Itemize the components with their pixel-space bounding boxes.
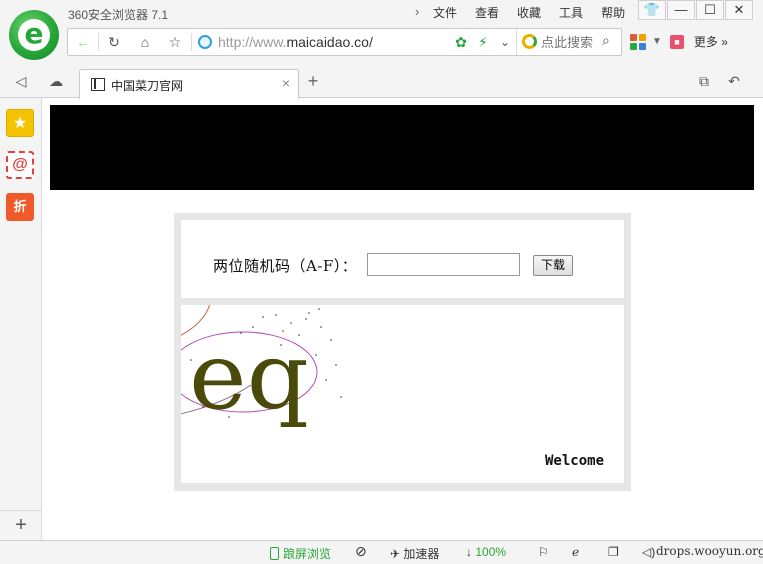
toolbar-extras: ▼ ■ 更多 » [630, 33, 728, 50]
refresh-icon[interactable]: ↻ [103, 32, 125, 52]
random-code-input[interactable] [367, 253, 520, 276]
maximize-button[interactable]: ☐ [696, 0, 724, 20]
accelerator-button[interactable]: ✈ 加速器 [390, 545, 439, 562]
menu-file[interactable]: 文件 [431, 4, 459, 21]
shopping-discount-icon[interactable]: 折 [6, 193, 34, 221]
menu-help[interactable]: 帮助 [599, 4, 627, 21]
sidebar-add-button[interactable]: + [0, 510, 42, 540]
url-text[interactable]: http://www.maicaidao.co/ [218, 34, 373, 50]
ie-mode-icon[interactable]: ⊘ [355, 543, 367, 560]
browser-logo-icon[interactable]: e [9, 10, 59, 60]
flag-icon[interactable]: ⚐ [538, 545, 549, 559]
sound-icon[interactable]: ◁) [642, 545, 655, 559]
tab-title: 中国菜刀官网 [111, 79, 184, 93]
site-globe-icon [198, 35, 212, 49]
browser-mode-icon[interactable]: ℯ [572, 545, 579, 559]
extension-icon[interactable]: ■ [669, 34, 684, 49]
chevron-right-icon[interactable]: › [415, 4, 431, 21]
close-window-button[interactable]: ✕ [725, 0, 753, 20]
random-code-label: 两位随机码（A-F）： [213, 257, 358, 275]
menu-view[interactable]: 查看 [473, 4, 501, 21]
download-status[interactable]: ↓ 100% [466, 545, 506, 559]
cloud-icon[interactable]: ☁ [45, 71, 67, 91]
tab-active[interactable]: 中国菜刀官网 × [79, 69, 299, 99]
tab-close-icon[interactable]: × [282, 75, 290, 91]
search-engine-icon[interactable] [522, 34, 537, 49]
speed-lightning-icon[interactable]: ⚡ [472, 33, 494, 51]
sidebar-toggle-icon[interactable]: ◁ [10, 71, 32, 91]
favorites-star-icon[interactable]: ★ [6, 109, 34, 137]
download-form-panel: 两位随机码（A-F）： 下载 [174, 213, 631, 305]
search-box: ⌕ [516, 29, 621, 55]
window-controls: 👕 — ☐ ✕ [637, 0, 753, 20]
mail-at-icon[interactable]: @ [6, 151, 34, 179]
home-icon[interactable]: ⌂ [134, 32, 156, 52]
star-favorite-icon[interactable]: ☆ [164, 32, 186, 52]
apps-grid-icon[interactable] [630, 33, 646, 50]
title-bar: e 360安全浏览器 7.1 › 文件 查看 收藏 工具 帮助 👕 — ☐ ✕ … [0, 0, 763, 64]
search-icon[interactable]: ⌕ [602, 32, 610, 49]
menu-favorites[interactable]: 收藏 [515, 4, 543, 21]
captcha-text: eq [189, 323, 309, 430]
skin-shirt-icon[interactable]: 👕 [638, 0, 666, 20]
back-arrow-icon[interactable]: ← [72, 32, 94, 52]
tab-list-icon[interactable]: ⧉ [693, 71, 715, 91]
captcha-panel: eq Welcome [174, 298, 631, 491]
watermark: drops.wooyun.org [656, 544, 763, 558]
more-button[interactable]: 更多 » [694, 33, 728, 50]
header-banner [50, 105, 754, 190]
minimize-button[interactable]: — [667, 0, 695, 20]
app-title: 360安全浏览器 7.1 [68, 8, 169, 22]
tab-bar: ◁ ☁ 中国菜刀官网 × + ⧉ ↶ [0, 64, 763, 99]
menu-tools[interactable]: 工具 [557, 4, 585, 21]
new-tab-button[interactable]: + [303, 71, 323, 91]
status-bar: 踉屏浏览 ⊘ ✈ 加速器 ↓ 100% ⚐ ℯ ❐ ◁) drops.wooyu… [0, 540, 763, 564]
split-view-button[interactable]: 踉屏浏览 [270, 545, 331, 562]
download-button[interactable]: 下载 [533, 255, 573, 276]
welcome-text: Welcome [545, 453, 605, 469]
security-check-icon[interactable]: ✿ [450, 33, 472, 51]
dropdown-arrow-icon[interactable]: ▼ [652, 36, 662, 47]
window-icon[interactable]: ❐ [608, 545, 619, 559]
left-sidebar: ★ @ 折 + [0, 98, 42, 540]
search-input[interactable] [541, 33, 599, 51]
address-bar: ← ↻ ⌂ ☆ http://www.maicaidao.co/ ✿ ⚡ ⌄ ⌕ [67, 28, 622, 56]
page-icon [91, 78, 105, 91]
undo-close-icon[interactable]: ↶ [723, 71, 745, 91]
menu-bar: › 文件 查看 收藏 工具 帮助 [415, 4, 641, 21]
chevron-down-icon[interactable]: ⌄ [494, 33, 516, 51]
